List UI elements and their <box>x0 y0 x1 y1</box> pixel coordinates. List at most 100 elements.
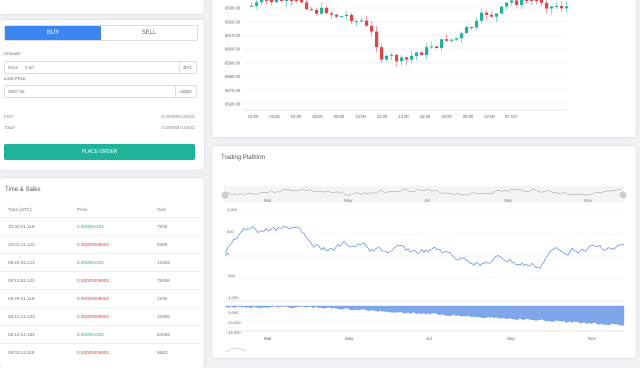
y-tick-label: 6620.00 <box>225 19 241 24</box>
trade-price: 0.000001234 <box>77 332 104 337</box>
table-row[interactable]: 08:12:12.123 0.00000009853 12596 <box>0 307 200 326</box>
time-sales-title: Time & Sales <box>5 187 41 193</box>
navigator-handle-right <box>619 191 627 199</box>
fee-value: 0.000000 USDC <box>161 114 195 119</box>
candle <box>420 52 424 56</box>
candle <box>255 2 259 6</box>
x-tick-label: 06:00 <box>312 114 323 119</box>
candle <box>335 14 339 17</box>
x-tick-label: Nov <box>588 336 597 341</box>
x-tick-label: 12:00 <box>377 114 388 119</box>
y-tick-label: -1,000 <box>227 295 239 300</box>
tab-sell[interactable]: SELL <box>101 26 197 40</box>
trade-price: 0.00000009853 <box>77 278 109 283</box>
candle <box>485 12 489 15</box>
y-tick-label: 6630.00 <box>225 6 241 11</box>
candle <box>375 31 379 48</box>
amount-field[interactable]: MAX 0.00 BTC <box>4 61 197 74</box>
x-tick-label: 07 Oct <box>505 114 518 119</box>
table-row[interactable]: 10:01:11.121 0.00000009853 8459 <box>0 235 200 254</box>
volume-area <box>225 305 625 326</box>
candle <box>565 6 569 9</box>
amount-value: 0.00 <box>25 65 34 70</box>
x-tick-label: Mar <box>264 336 272 341</box>
candle <box>370 25 374 32</box>
fee-label: Fee* <box>4 114 14 119</box>
navigator-tick: Mar <box>264 198 272 203</box>
x-tick-label: 23:00 <box>248 114 259 119</box>
trade-size: 7845 <box>157 224 168 229</box>
table-row[interactable]: 08:26:41.119 0.00000009853 1235 <box>0 289 200 308</box>
order-tabs: BUY SELL <box>4 25 198 41</box>
candle <box>395 54 399 62</box>
trade-time: 10:01:11.121 <box>8 242 35 247</box>
column-header-price: Price <box>77 207 88 212</box>
candle <box>450 39 454 41</box>
candle <box>520 0 524 5</box>
trade-price: 0.000001234 <box>77 260 104 265</box>
candle <box>425 47 429 56</box>
price-line <box>225 225 625 270</box>
candle <box>345 14 349 17</box>
candle <box>315 9 319 14</box>
candle <box>480 12 484 21</box>
y-tick-label: -10,000 <box>227 320 241 325</box>
candle <box>320 7 324 14</box>
candle <box>275 0 279 3</box>
trade-size: 12596 <box>157 314 170 319</box>
trade-time: 09:24:42.212 <box>8 260 35 265</box>
place-order-button[interactable]: PLACE ORDER <box>4 144 195 160</box>
y-tick-label: 6570.00 <box>225 88 241 93</box>
navigator-tick: May <box>344 198 353 203</box>
y-tick-label: 6580.00 <box>225 74 241 79</box>
candle <box>535 0 539 1</box>
candle <box>550 6 554 9</box>
mini-preview-line <box>225 347 247 353</box>
candle <box>325 7 329 14</box>
x-tick-label: Jul <box>426 336 432 341</box>
x-tick-label: 20:00 <box>463 114 474 119</box>
table-row[interactable]: 10:30:41.119 0.000001234 7845 <box>0 217 200 236</box>
y-tick-label: 6590.00 <box>225 60 241 65</box>
trade-size: 12459 <box>157 260 170 265</box>
trade-price: 0.000001234 <box>77 224 104 229</box>
trade-size: 8459 <box>157 242 168 247</box>
table-row[interactable]: 08:03:12.119 0.00000009853 8663 <box>0 343 200 362</box>
candlestick-card: 6630.00 6620.00 6610.00 6600.00 6590.00 6580.… <box>212 0 636 137</box>
candle <box>385 55 389 60</box>
table-row[interactable]: 09:24:42.212 0.000001234 12459 <box>0 253 200 272</box>
trade-size: 8663 <box>157 350 168 355</box>
trade-time: 10:30:41.119 <box>8 224 35 229</box>
x-tick-label: 02:00 <box>269 114 280 119</box>
x-tick-label: 18:00 <box>441 114 452 119</box>
candle <box>390 54 394 56</box>
candle <box>440 39 444 49</box>
candle <box>515 0 519 5</box>
x-tick-label: 08:00 <box>334 114 345 119</box>
limit-price-value: 3007.55 <box>8 89 25 94</box>
trade-price: 0.00000009853 <box>77 314 109 319</box>
candle <box>460 33 464 39</box>
y-tick-label: 500 <box>227 229 234 234</box>
candle <box>465 26 469 34</box>
table-row[interactable]: 09:13:52.120 0.00000009853 75456 <box>0 271 200 290</box>
x-tick-label: May <box>345 336 354 341</box>
candle <box>340 16 344 18</box>
limit-price-unit: USDC <box>175 86 196 97</box>
table-row[interactable]: 08:10:12.150 0.000001234 54269 <box>0 325 200 344</box>
candle <box>525 0 529 1</box>
candle <box>470 26 474 28</box>
navigator-tick: Nov <box>584 198 593 203</box>
candle <box>455 38 459 40</box>
trading-chart: Mar May Jul Sep Nov 1,000 500 0 -500 -1,000 -5,000… <box>221 186 627 353</box>
trade-time: 08:10:12.150 <box>8 332 35 337</box>
navigator-tick: Jul <box>424 198 430 203</box>
tab-buy[interactable]: BUY <box>5 26 101 40</box>
amount-label: Amount <box>4 51 20 56</box>
amount-max-button[interactable]: MAX <box>8 65 18 70</box>
limit-price-field[interactable]: 3007.55 USDC <box>4 85 197 98</box>
y-tick-label: 6610.00 <box>225 33 241 38</box>
candle <box>365 20 369 26</box>
trade-price: 0.00000009853 <box>77 242 109 247</box>
candle <box>285 0 289 1</box>
